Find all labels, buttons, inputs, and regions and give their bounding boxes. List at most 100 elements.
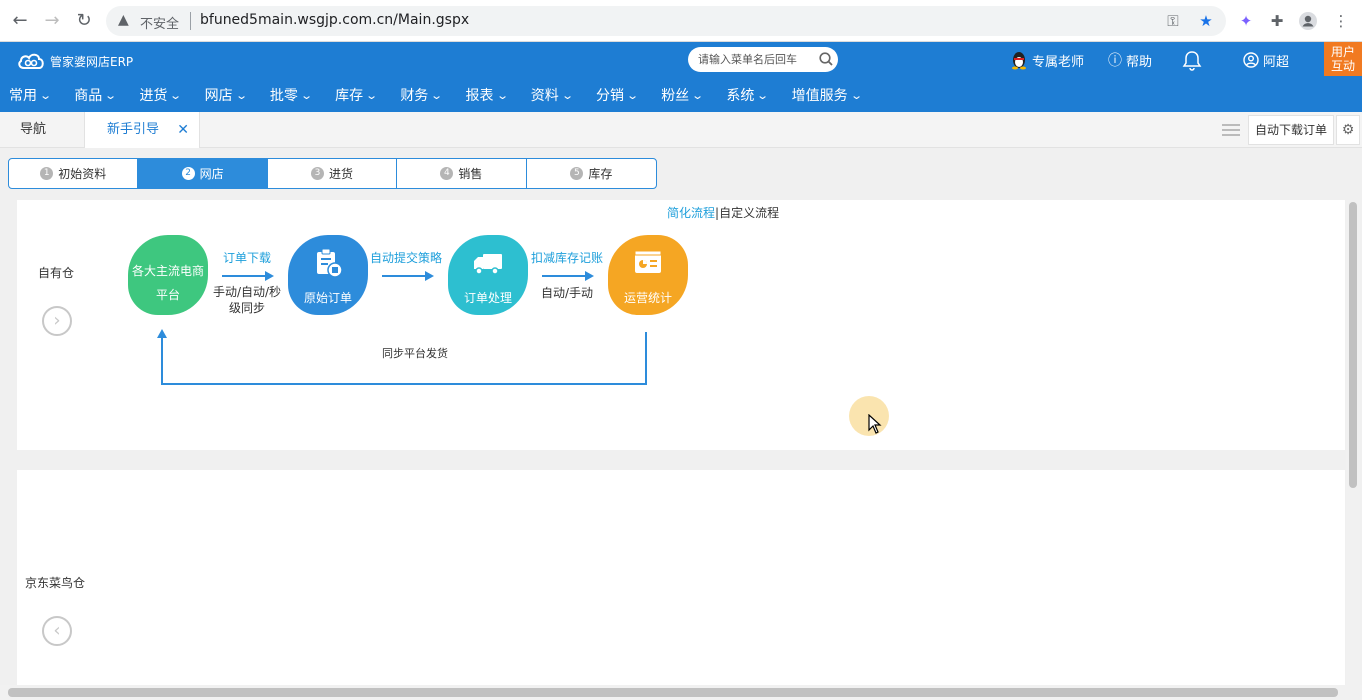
security-label: 不安全 <box>140 17 180 32</box>
menu-item-inventory[interactable]: 库存 ⌄ <box>335 78 379 112</box>
back-icon[interactable]: ← <box>8 9 32 33</box>
address-bar[interactable]: ▲ 不安全 bfuned5main.wsgjp.com.cn/Main.gspx <box>106 6 1226 36</box>
cloud-logo-icon <box>18 53 44 69</box>
menu-label: 增值服务 <box>791 88 848 104</box>
extension-bird-icon[interactable]: ✦ <box>1236 11 1256 31</box>
step-label: 初始资料 <box>58 167 107 181</box>
reload-icon[interactable]: ↻ <box>72 9 96 33</box>
node-operations-stats[interactable]: 运营统计 <box>608 235 688 315</box>
chevron-down-icon: ⌄ <box>495 88 509 102</box>
menu-label: 系统 <box>726 88 755 104</box>
menu-item-online-store[interactable]: 网店 ⌄ <box>204 78 248 112</box>
browser-toolbar: ← → ↻ ▲ 不安全 bfuned5main.wsgjp.com.cn/Mai… <box>0 0 1362 42</box>
user-icon <box>1243 52 1259 68</box>
node1-label-line1: 各大主流电商 <box>131 264 204 278</box>
arrow-deduct-stock <box>542 271 594 281</box>
chevron-left-icon[interactable]: ‹ <box>42 616 72 646</box>
app-header: 管家婆网店ERP 专属老师 ⓘ 帮助 阿超 用户 互动 常用⌄ 商品⌄ 进货⌄ … <box>0 42 1362 112</box>
arrow1-bottom-line1: 手动/自动/秒 <box>212 285 282 299</box>
guide-steps: 1 初始资料 2 网店 3 进货 4 销售 5 库存 <box>8 158 657 189</box>
tab-beginner-guide[interactable]: 新手引导 ✕ <box>84 112 200 148</box>
user-name: 阿超 <box>1263 54 1290 70</box>
profile-icon[interactable] <box>1298 11 1318 31</box>
menu-label: 批零 <box>269 88 298 104</box>
search-icon[interactable] <box>818 51 834 67</box>
chevron-down-icon: ⌄ <box>300 88 313 102</box>
menu-item-common[interactable]: 常用 ⌄ <box>9 78 52 112</box>
puzzle-icon[interactable]: ✚ <box>1267 11 1287 31</box>
key-icon[interactable]: ⚿ <box>1163 11 1183 31</box>
own-warehouse-panel: 简化流程|自定义流程 自有仓 › 各大主流电商 平台 原始订单 订单处理 运营统… <box>17 200 1345 450</box>
chevron-down-icon: ⌄ <box>691 88 705 102</box>
node-ecommerce-platforms[interactable]: 各大主流电商 平台 <box>128 235 208 315</box>
menu-item-wholesale-retail[interactable]: 批零 ⌄ <box>269 78 313 112</box>
arrow-auto-submit <box>382 271 434 281</box>
step-label: 网店 <box>199 167 224 181</box>
menu-item-fans[interactable]: 粉丝 ⌄ <box>661 78 705 112</box>
menu-item-finance[interactable]: 财务 ⌄ <box>400 78 443 112</box>
star-icon[interactable]: ★ <box>1196 11 1216 31</box>
forward-icon[interactable]: → <box>40 9 64 33</box>
sync-shipping-label: 同步平台发货 <box>382 347 448 360</box>
node-order-processing[interactable]: 订单处理 <box>448 235 528 315</box>
menu-item-value-added[interactable]: 增值服务 ⌄ <box>791 78 863 112</box>
step-number: 1 <box>40 167 54 180</box>
teacher-link[interactable]: 专属老师 <box>1010 51 1085 70</box>
chevron-down-icon: ⌄ <box>756 88 770 102</box>
arrow2-top-label: 自动提交策略 <box>369 251 442 265</box>
menu-label: 商品 <box>74 88 103 104</box>
menu-item-goods[interactable]: 商品 ⌄ <box>74 78 118 112</box>
horizontal-scrollbar[interactable] <box>0 685 1362 700</box>
arrow1-top-label: 订单下载 <box>222 251 271 265</box>
node-original-orders[interactable]: 原始订单 <box>288 235 368 315</box>
vertical-scroll-thumb[interactable] <box>1349 202 1357 488</box>
menu-search[interactable] <box>688 47 838 72</box>
url-text[interactable]: bfuned5main.wsgjp.com.cn/Main.gspx <box>200 12 469 28</box>
close-icon[interactable]: ✕ <box>177 112 189 148</box>
tab-bar: 导航 新手引导 ✕ 自动下载订单 ⚙ <box>0 112 1362 148</box>
search-input[interactable] <box>698 51 810 68</box>
step-initial-data[interactable]: 1 初始资料 <box>9 159 139 188</box>
feedback-line2: 互动 <box>1330 59 1355 73</box>
menu-item-purchase[interactable]: 进货 ⌄ <box>139 78 182 112</box>
qq-penguin-icon <box>1012 52 1026 70</box>
menu-item-system[interactable]: 系统 ⌄ <box>726 78 770 112</box>
step-label: 销售 <box>458 167 483 181</box>
step-sales[interactable]: 4 销售 <box>397 159 527 188</box>
chevron-down-icon: ⌄ <box>560 88 574 102</box>
menu-item-reports[interactable]: 报表 ⌄ <box>466 78 509 112</box>
help-label: 帮助 <box>1126 54 1153 70</box>
main-menu: 常用 ⌄ 商品 ⌄ 进货 ⌄ 网店 ⌄ 批零 ⌄ 库存 ⌄ 财务 ⌄ 报表 ⌄ 资料 ⌄ 分销 ⌄ … <box>0 78 876 112</box>
step-label: 进货 <box>329 167 354 181</box>
more-vert-icon[interactable]: ⋮ <box>1331 11 1351 31</box>
gear-icon[interactable]: ⚙ <box>1336 115 1360 145</box>
tab-navigation[interactable]: 导航 <box>0 112 84 148</box>
arrow1-bottom-label: 手动/自动/秒 级同步 <box>207 284 287 316</box>
horizontal-scroll-thumb[interactable] <box>8 688 1338 697</box>
menu-item-distribution[interactable]: 分销 ⌄ <box>596 78 639 112</box>
list-icon[interactable] <box>1222 123 1240 137</box>
notification-button[interactable] <box>1181 51 1203 71</box>
step-online-store[interactable]: 2 网店 <box>138 159 268 188</box>
menu-item-data[interactable]: 资料 ⌄ <box>531 78 574 112</box>
logo[interactable]: 管家婆网店ERP <box>16 50 133 72</box>
tab-guide-label: 新手引导 <box>107 122 160 137</box>
help-link[interactable]: ⓘ 帮助 <box>1108 51 1153 70</box>
mouse-cursor-icon <box>868 414 882 434</box>
arrow3-top-label: 扣减库存记账 <box>530 251 603 265</box>
auto-download-orders-button[interactable]: 自动下载订单 <box>1248 115 1334 145</box>
arrow1-bottom-line2: 级同步 <box>228 301 265 315</box>
chevron-down-icon: ⌄ <box>104 88 118 102</box>
custom-flow-link[interactable]: 自定义流程 <box>719 206 779 220</box>
chevron-down-icon: ⌄ <box>365 88 379 102</box>
teacher-label: 专属老师 <box>1032 54 1085 70</box>
menu-label: 网店 <box>204 88 233 104</box>
clipboard-icon <box>317 248 343 278</box>
chevron-down-icon: ⌄ <box>849 88 863 102</box>
step-label: 库存 <box>588 167 613 181</box>
vertical-scrollbar[interactable] <box>1346 200 1360 685</box>
user-feedback-button[interactable]: 用户 互动 <box>1324 42 1362 76</box>
step-purchase[interactable]: 3 进货 <box>268 159 398 188</box>
step-inventory[interactable]: 5 库存 <box>527 159 656 188</box>
user-menu[interactable]: 阿超 <box>1243 51 1290 70</box>
